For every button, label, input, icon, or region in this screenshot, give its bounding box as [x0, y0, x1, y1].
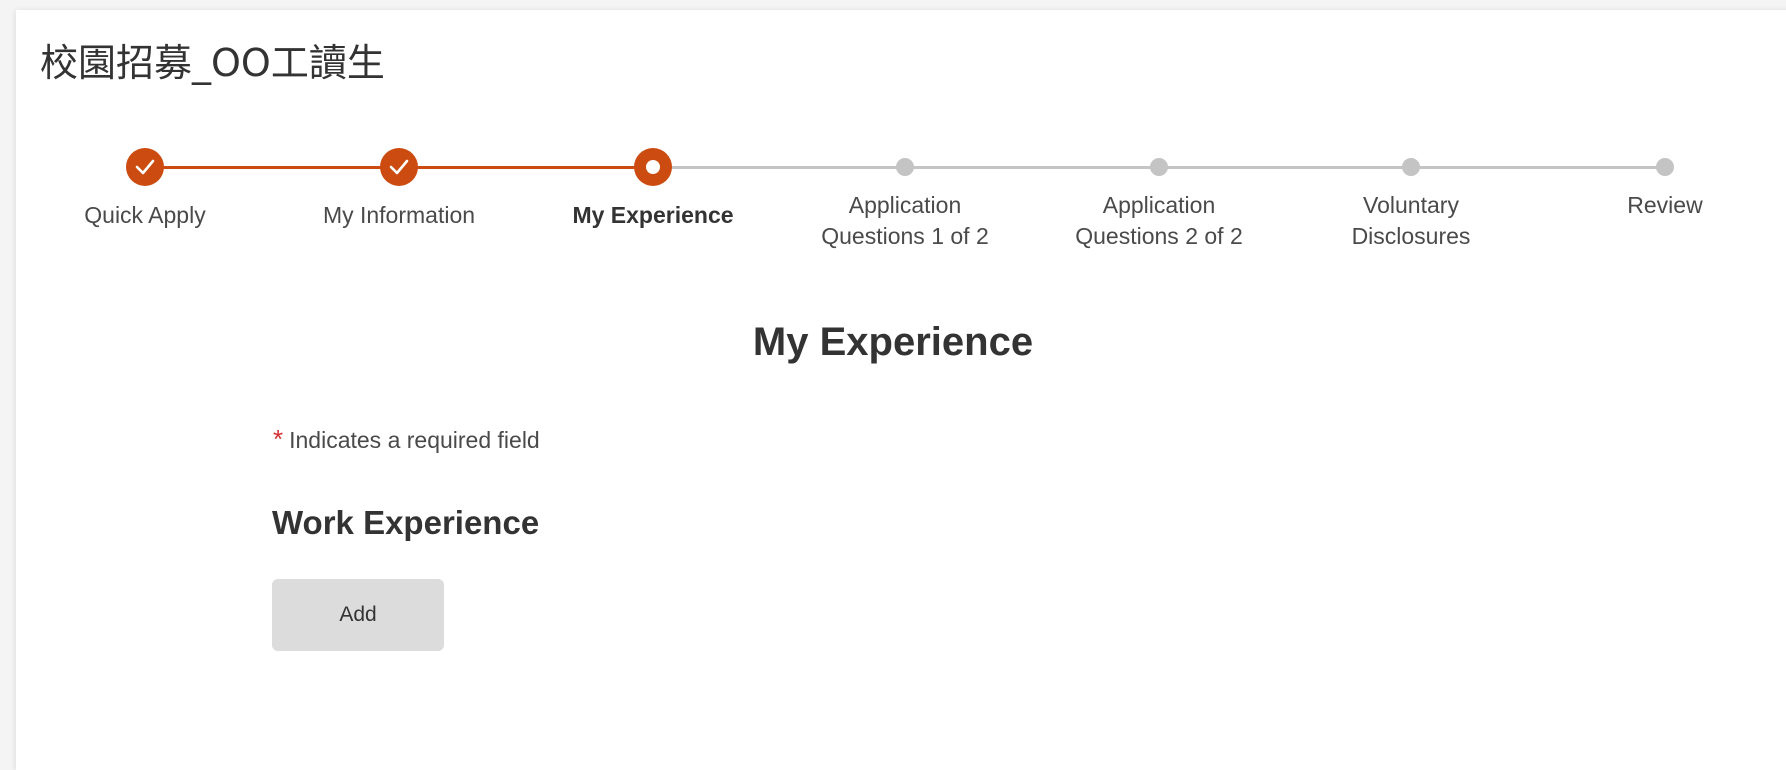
dot-icon: [896, 158, 914, 176]
step-quick-apply: Quick Apply: [35, 148, 255, 231]
add-work-experience-button[interactable]: Add: [272, 579, 444, 651]
step-label: My Information: [322, 202, 476, 228]
progress-stepper: Quick Apply My Information My Experience…: [0, 0, 1786, 280]
check-icon: [135, 159, 155, 175]
required-asterisk: *: [273, 424, 284, 454]
step-label: Application Questions 2 of 2: [1075, 192, 1243, 249]
dot-icon: [1150, 158, 1168, 176]
work-experience-heading: Work Experience: [272, 504, 540, 541]
step-completed-marker: [126, 148, 164, 186]
current-step-icon: [634, 148, 672, 186]
step-voluntary-disclosures: Voluntary Disclosures: [1301, 148, 1521, 252]
step-application-questions-1: Application Questions 1 of 2: [795, 148, 1015, 252]
dot-icon: [1656, 158, 1674, 176]
step-application-questions-2: Application Questions 2 of 2: [1049, 148, 1269, 252]
step-label: My Experience: [572, 202, 734, 228]
required-note-text: Indicates a required field: [289, 427, 540, 453]
check-icon: [389, 159, 409, 175]
step-label: Application Questions 1 of 2: [821, 192, 989, 249]
step-my-information: My Information: [289, 148, 509, 231]
section-heading: My Experience: [752, 320, 1034, 364]
required-field-note: * Indicates a required field: [273, 424, 540, 455]
dot-icon: [1402, 158, 1420, 176]
step-label: Review: [1627, 192, 1703, 218]
step-label: Voluntary Disclosures: [1351, 192, 1471, 249]
step-my-experience: My Experience: [543, 148, 763, 231]
step-label: Quick Apply: [84, 202, 206, 228]
step-completed-marker: [380, 148, 418, 186]
step-review: Review: [1555, 148, 1775, 221]
